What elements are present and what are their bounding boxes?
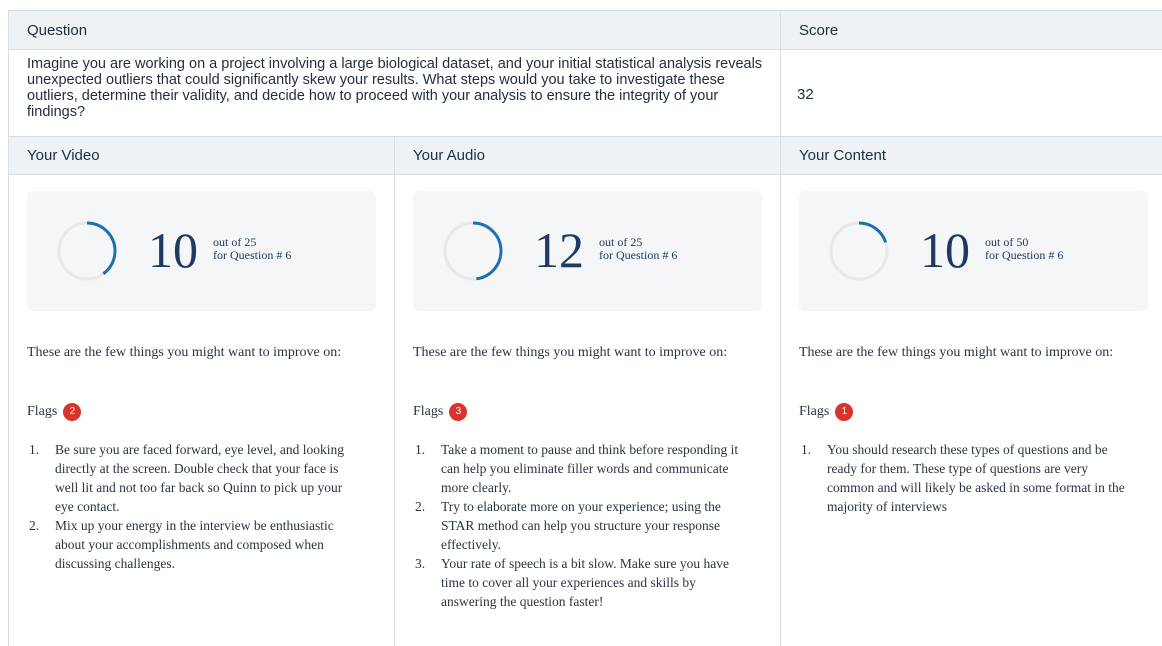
audio-improve-text: These are the few things you might want …	[413, 345, 728, 360]
audio-flags-label: Flags	[413, 404, 444, 419]
score-header-label: Score	[799, 21, 839, 39]
video-flags-label: Flags	[27, 404, 58, 419]
video-progress-ring	[57, 221, 117, 281]
feedback-item-text: You should research these types of quest…	[827, 442, 1125, 514]
feedback-item-text: Be sure you are faced forward, eye level…	[55, 442, 345, 514]
column-divider	[394, 137, 395, 646]
content-question-ref: for Question # 6	[985, 248, 1064, 262]
audio-column-header: Your Audio	[395, 137, 781, 175]
video-question-ref: for Question # 6	[213, 248, 292, 262]
video-score-number: 10	[148, 222, 198, 278]
content-column-header: Your Content	[781, 137, 1162, 175]
video-flags-count-badge: 2	[63, 403, 82, 421]
feedback-item-number: 2.	[29, 518, 40, 533]
score-value: 32	[797, 86, 814, 103]
feedback-item-number: 1.	[415, 442, 426, 457]
feedback-item: 1. Be sure you are faced forward, eye lev…	[29, 440, 359, 516]
feedback-item: 2. Mix up your energy in the interview be…	[29, 516, 359, 573]
content-flags-label: Flags	[799, 404, 830, 419]
audio-score-caption: out of 25 for Question # 6	[599, 236, 677, 262]
score-column-header: Score	[781, 11, 1162, 50]
feedback-item-number: 1.	[801, 442, 812, 457]
feedback-item-text: Mix up your energy in the interview be e…	[55, 518, 334, 571]
content-flags: Flags 1	[799, 403, 854, 421]
content-flags-count-badge: 1	[835, 403, 854, 421]
audio-progress-ring	[443, 221, 503, 281]
video-flags: Flags 2	[27, 403, 82, 421]
video-feedback-list: 1. Be sure you are faced forward, eye lev…	[29, 440, 359, 573]
audio-score-card: 12 out of 25 for Question # 6	[413, 191, 762, 311]
content-improve-text: These are the few things you might want …	[799, 345, 1114, 360]
feedback-item-text: Try to elaborate more on your experience…	[441, 499, 721, 552]
video-score-card: 10 out of 25 for Question # 6	[27, 191, 376, 311]
feedback-item-number: 3.	[415, 556, 426, 571]
feedback-item: 1. You should research these types of que…	[801, 440, 1131, 516]
audio-header-label: Your Audio	[413, 147, 486, 164]
feedback-item-text: Your rate of speech is a bit slow. Make …	[441, 556, 729, 609]
content-score-number: 10	[920, 222, 970, 278]
feedback-item: 3. Your rate of speech is a bit slow. Mak…	[415, 554, 745, 611]
question-header-label: Question	[27, 21, 88, 39]
question-column-header: Question	[9, 11, 781, 50]
column-divider	[780, 11, 781, 136]
feedback-item: 1. Take a moment to pause and think befor…	[415, 440, 745, 497]
video-column-header: Your Video	[9, 137, 395, 175]
audio-flags-count-badge: 3	[449, 403, 468, 421]
feedback-item: 2. Try to elaborate more on your experien…	[415, 497, 745, 554]
question-text: Imagine you are working on a project inv…	[27, 56, 763, 120]
feedback-item-number: 2.	[415, 499, 426, 514]
content-score-caption: out of 50 for Question # 6	[985, 236, 1063, 262]
feedback-item-number: 1.	[29, 442, 40, 457]
audio-question-ref: for Question # 6	[599, 248, 678, 262]
video-score-caption: out of 25 for Question # 6	[213, 236, 291, 262]
content-header-label: Your Content	[799, 147, 887, 164]
content-score-card: 10 out of 50 for Question # 6	[799, 191, 1148, 311]
video-improve-text: These are the few things you might want …	[27, 345, 342, 360]
feedback-item-text: Take a moment to pause and think before …	[441, 442, 739, 495]
content-progress-ring	[829, 221, 889, 281]
video-header-label: Your Video	[27, 147, 100, 164]
column-divider	[780, 137, 781, 646]
audio-feedback-list: 1. Take a moment to pause and think befor…	[415, 440, 745, 611]
audio-score-number: 12	[534, 222, 584, 278]
audio-flags: Flags 3	[413, 403, 468, 421]
content-feedback-list: 1. You should research these types of que…	[801, 440, 1131, 516]
